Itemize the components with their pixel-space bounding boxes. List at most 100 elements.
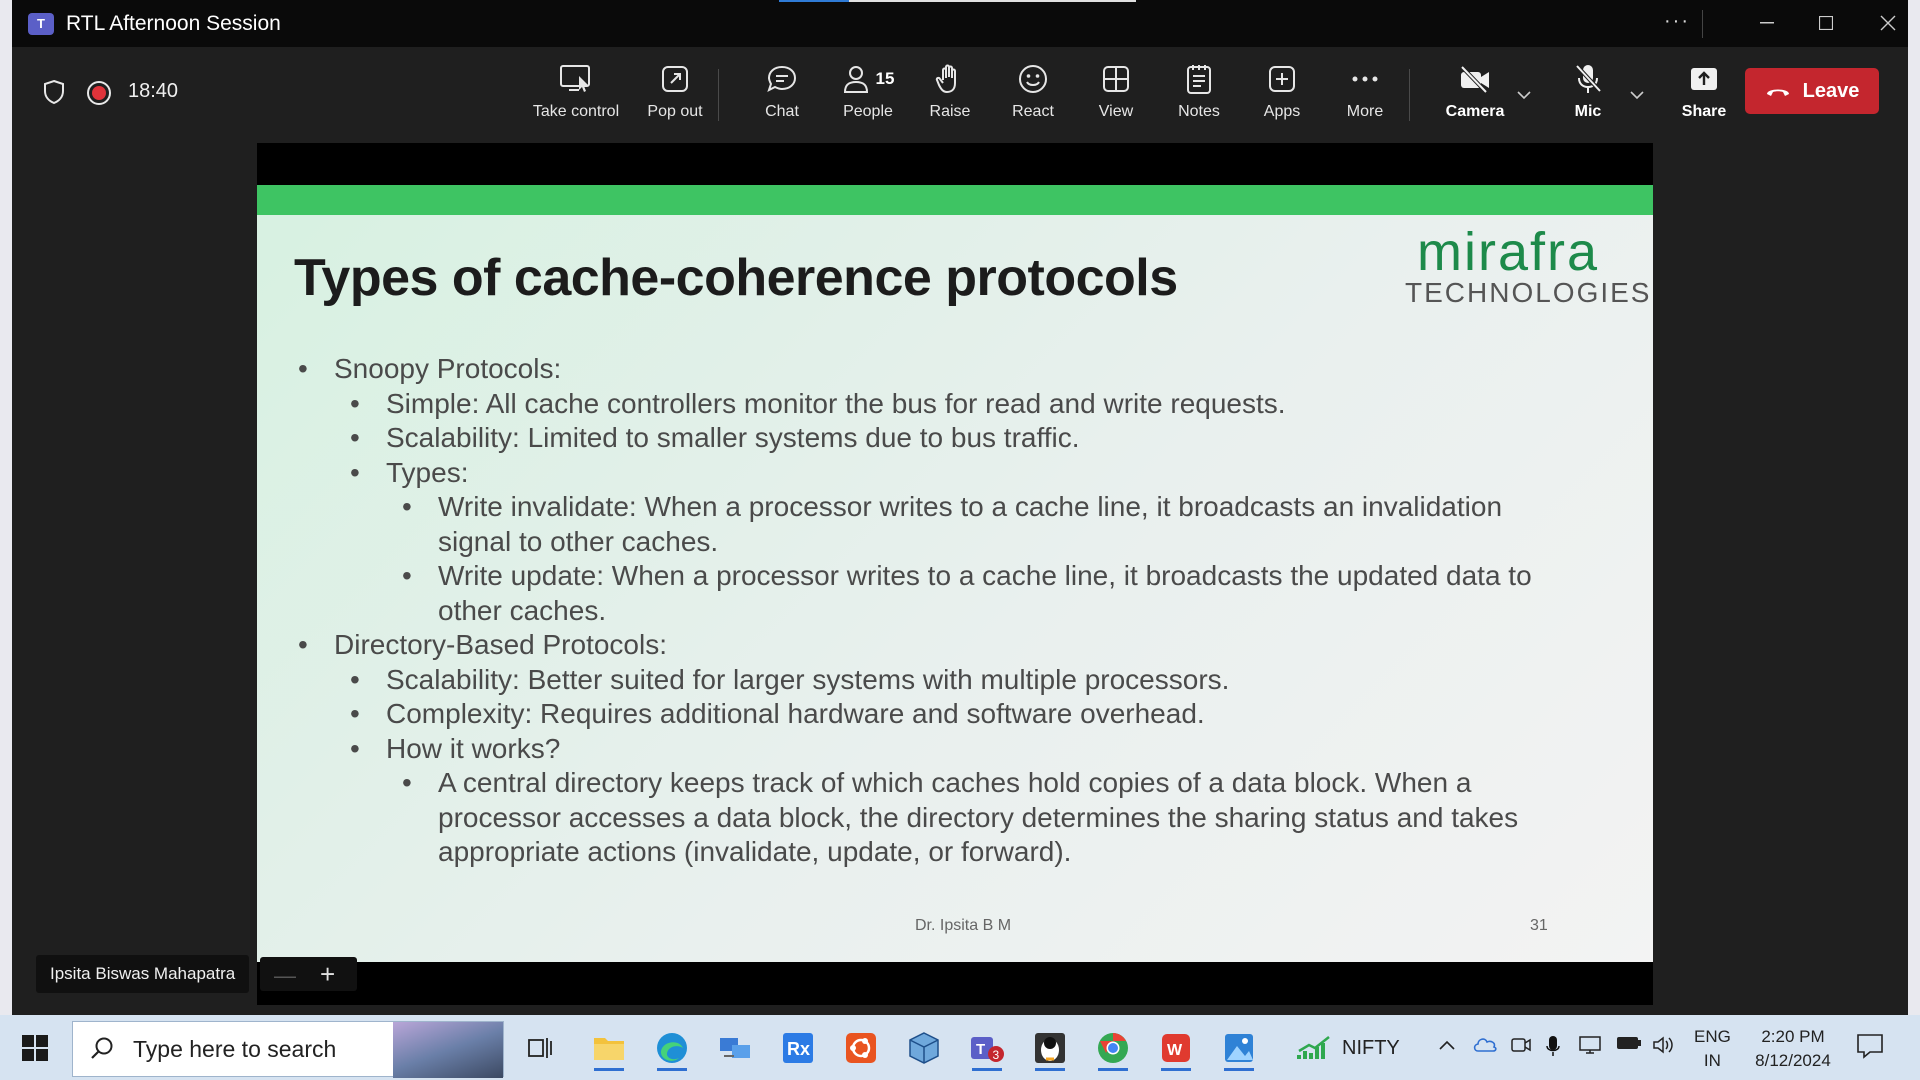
bullet-level-2: • Scalability: Limited to smaller systems…	[350, 422, 1080, 453]
bullet-level-2: • Complexity: Requires additional hardwar…	[350, 698, 1205, 729]
bullet-level-2: • How it works?	[350, 732, 561, 764]
nifty-widget[interactable]: NIFTY	[1296, 1033, 1400, 1063]
edge-browser-icon[interactable]	[649, 1025, 695, 1071]
show-hidden-icons-chevron-icon[interactable]	[1438, 1035, 1456, 1056]
virtualbox-icon[interactable]	[901, 1025, 947, 1071]
chrome-icon[interactable]	[1090, 1025, 1136, 1071]
teams-meeting-window: T RTL Afternoon Session ··· 18:40 Take c…	[12, 0, 1908, 1010]
more-dots-icon	[1350, 61, 1380, 97]
recording-indicator-icon	[87, 81, 111, 105]
camera-off-icon	[1458, 61, 1492, 97]
bullet-level-2: • Types:	[350, 456, 469, 488]
svg-text:W: W	[1167, 1042, 1183, 1059]
add-app-icon	[1267, 61, 1297, 97]
bullet-level-1: • Snoopy Protocols:	[298, 353, 562, 384]
close-icon[interactable]	[1868, 8, 1908, 38]
mic-label: Mic	[1574, 103, 1602, 120]
svg-text:Rx: Rx	[787, 1039, 810, 1059]
taskbar-search-box[interactable]: Type here to search	[72, 1021, 504, 1078]
stock-chart-icon	[1297, 1036, 1330, 1059]
take-control-icon	[559, 61, 593, 97]
camera-label: Camera	[1445, 103, 1505, 120]
windows-start-icon[interactable]	[22, 1035, 48, 1066]
title-bar: T RTL Afternoon Session ···	[12, 0, 1908, 47]
leave-label: Leave	[1802, 79, 1860, 102]
notes-button[interactable]: Notes	[1169, 61, 1229, 129]
input-language-indicator[interactable]: ENG IN	[1694, 1025, 1731, 1073]
microphone-in-use-icon[interactable]	[1546, 1035, 1560, 1062]
bullet-level-1: • Directory-Based Protocols:	[298, 629, 668, 660]
take-control-button[interactable]: Take control	[528, 61, 624, 129]
clock-date: 8/12/2024	[1755, 1051, 1831, 1070]
photos-app-icon[interactable]	[1216, 1025, 1262, 1071]
clock-time: 2:20 PM	[1761, 1027, 1825, 1046]
people-icon: 15	[842, 61, 895, 97]
leave-button[interactable]: Leave	[1745, 68, 1879, 114]
people-label: People	[843, 103, 893, 120]
title-divider	[1702, 10, 1703, 38]
title-progress-bar	[779, 0, 1136, 2]
camera-options-chevron-icon[interactable]	[1516, 87, 1532, 103]
chat-icon	[766, 61, 798, 97]
grid-view-icon	[1101, 61, 1131, 97]
phone-hangup-icon	[1766, 89, 1789, 96]
bullet-level-3: • Write update: When a processor writes t…	[402, 560, 1532, 591]
teams-taskbar-icon[interactable]: T3	[964, 1025, 1010, 1071]
pop-out-label: Pop out	[647, 103, 703, 120]
title-more-icon[interactable]: ···	[1664, 10, 1690, 33]
task-view-icon[interactable]	[516, 1025, 562, 1071]
zoom-out-icon[interactable]: —	[274, 963, 296, 989]
view-button[interactable]: View	[1086, 61, 1146, 129]
volume-icon[interactable]	[1652, 1035, 1676, 1060]
bullet-continuation: signal to other caches.	[438, 525, 719, 557]
stage-letterbox-bottom	[257, 962, 1653, 1005]
onedrive-cloud-icon[interactable]	[1472, 1035, 1498, 1058]
mic-button[interactable]: Mic	[1558, 61, 1618, 129]
people-count: 15	[875, 69, 895, 88]
shield-icon	[42, 79, 66, 110]
presenter-name-tag: Ipsita Biswas Mahapatra	[36, 955, 250, 993]
zoom-controls: — +	[260, 957, 357, 991]
zoom-in-icon[interactable]: +	[320, 959, 335, 990]
ubuntu-icon[interactable]	[838, 1025, 884, 1071]
pop-out-button[interactable]: Pop out	[633, 61, 717, 129]
notification-center-icon[interactable]	[1856, 1033, 1884, 1064]
react-button[interactable]: React	[1003, 61, 1063, 129]
slide-footer-author: Dr. Ipsita B M	[915, 917, 1012, 934]
windows-taskbar: Type here to search Rx T3 W NIFTY ENG IN…	[0, 1015, 1920, 1080]
share-screen-icon	[1689, 61, 1719, 97]
wps-office-icon[interactable]: W	[1153, 1025, 1199, 1071]
linux-penguin-icon[interactable]	[1027, 1025, 1073, 1071]
chat-button[interactable]: Chat	[747, 61, 817, 129]
teams-logo-icon: T	[28, 12, 54, 35]
raise-hand-button[interactable]: Raise	[920, 61, 980, 129]
meet-now-camera-icon[interactable]	[1510, 1035, 1532, 1060]
more-button[interactable]: More	[1335, 61, 1395, 129]
toolbar-divider	[718, 69, 719, 121]
remote-desktop-icon[interactable]	[712, 1025, 758, 1071]
network-icon[interactable]	[1578, 1035, 1604, 1060]
rx-app-icon[interactable]: Rx	[775, 1025, 821, 1071]
meeting-toolbar: 18:40 Take control Pop out Chat 15 Peopl…	[12, 47, 1908, 137]
minimize-icon[interactable]	[1747, 8, 1787, 38]
apps-button[interactable]: Apps	[1252, 61, 1312, 129]
bullet-continuation: processor accesses a data block, the dir…	[438, 801, 1519, 833]
file-explorer-icon[interactable]	[586, 1025, 632, 1071]
people-button[interactable]: 15 People	[830, 61, 906, 129]
notes-label: Notes	[1178, 103, 1220, 120]
taskbar-clock[interactable]: 2:20 PM 8/12/2024	[1744, 1025, 1842, 1073]
language-region: IN	[1703, 1051, 1721, 1070]
company-logo-subtitle: TECHNOLOGIES	[1405, 277, 1652, 308]
share-button[interactable]: Share	[1670, 61, 1738, 129]
maximize-icon[interactable]	[1806, 8, 1846, 38]
meeting-timer: 18:40	[128, 80, 179, 102]
mic-options-chevron-icon[interactable]	[1629, 87, 1645, 103]
search-placeholder: Type here to search	[133, 1035, 337, 1062]
teams-badge-count: 3	[993, 1048, 1000, 1062]
camera-button[interactable]: Camera	[1435, 61, 1515, 129]
battery-icon[interactable]	[1616, 1035, 1642, 1056]
slide-header-band	[257, 185, 1653, 215]
nifty-label: NIFTY	[1342, 1036, 1400, 1059]
share-label: Share	[1681, 103, 1727, 120]
search-icon	[91, 1037, 113, 1059]
